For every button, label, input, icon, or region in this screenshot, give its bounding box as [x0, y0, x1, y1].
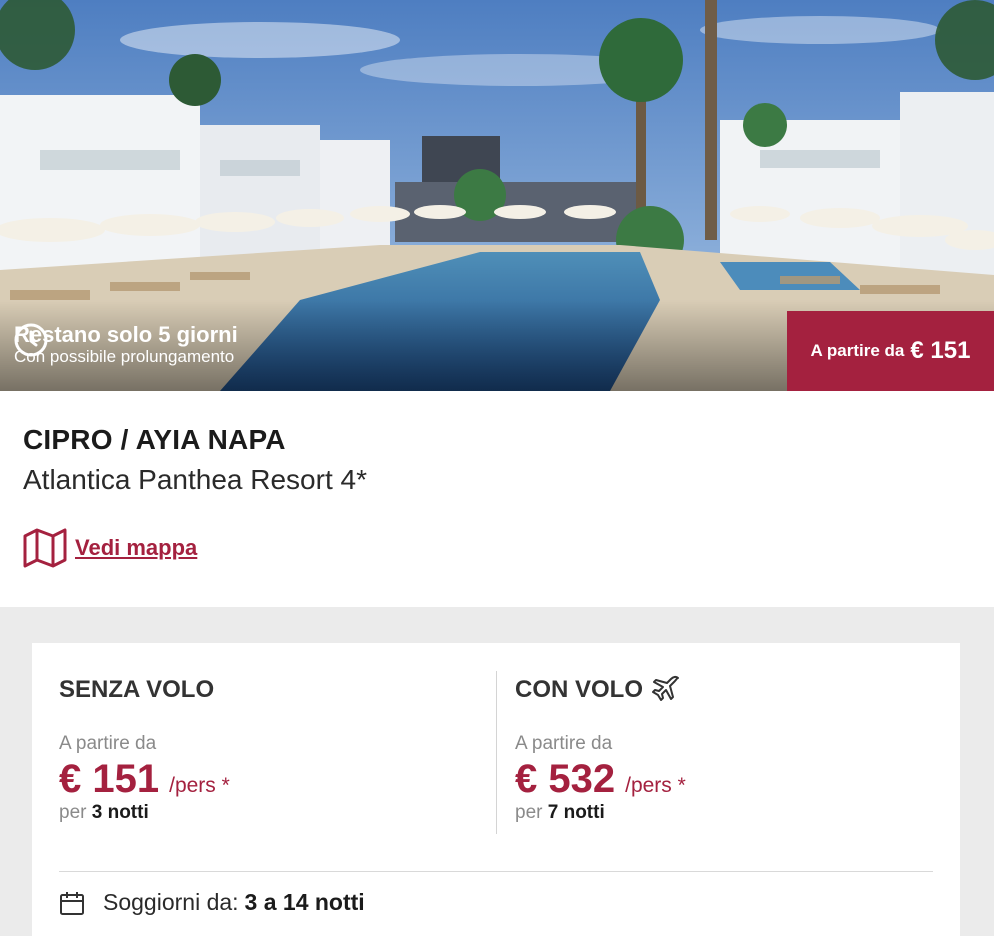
stay-duration-label: Soggiorni da:: [103, 889, 239, 915]
stay-duration: Soggiorni da: 3 a 14 notti: [59, 889, 365, 916]
column-divider: [496, 671, 497, 834]
clock-icon: [14, 323, 48, 357]
price-badge-label: A partire da: [810, 341, 905, 360]
stay-duration-value: 3 a 14 notti: [244, 889, 365, 915]
offer-nights-value: 3 notti: [91, 802, 149, 823]
offer-from-label: A partire da: [59, 733, 157, 754]
hero-image: Restano solo 5 giorni Con possibile prol…: [0, 0, 994, 391]
offer-title: CON VOLO: [515, 676, 644, 703]
hotel-header: CIPRO / AYIA NAPA Atlantica Panthea Reso…: [23, 424, 367, 496]
destination-title: CIPRO / AYIA NAPA: [23, 424, 286, 455]
offer-per-person: /pers *: [169, 774, 230, 797]
offer-per-person: /pers *: [625, 774, 686, 797]
map-icon: [23, 528, 67, 568]
offer-with-flight[interactable]: CON VOLO A partire da € 532 /pers * per …: [515, 673, 686, 824]
view-map-link[interactable]: Vedi mappa: [23, 528, 197, 568]
offers-card: SENZA VOLO A partire da € 151 /pers * pe…: [32, 643, 960, 936]
offer-price-line: € 151 /pers *: [59, 757, 230, 802]
offer-price-line: € 532 /pers *: [515, 757, 686, 802]
offer-title: SENZA VOLO: [59, 676, 215, 703]
price-badge: A partire da € 151: [787, 311, 994, 391]
offer-nights-prefix: per: [59, 802, 87, 823]
offer-nights: per 3 notti: [59, 802, 230, 824]
calendar-icon: [60, 891, 84, 915]
offer-from-label: A partire da: [515, 733, 613, 754]
offer-without-flight[interactable]: SENZA VOLO A partire da € 151 /pers * pe…: [59, 673, 230, 824]
view-map-label[interactable]: Vedi mappa: [75, 535, 197, 561]
offer-nights-value: 7 notti: [547, 802, 605, 823]
price-badge-value: € 151: [910, 337, 971, 364]
offer-title-row: CON VOLO: [515, 673, 686, 707]
plane-icon: [652, 675, 680, 701]
section-divider: [59, 871, 933, 872]
hotel-name: Atlantica Panthea Resort 4*: [23, 464, 367, 495]
offer-price: € 532: [515, 757, 616, 801]
offer-nights: per 7 notti: [515, 802, 686, 824]
offer-nights-prefix: per: [515, 802, 543, 823]
offer-price: € 151: [59, 757, 160, 801]
countdown-banner: Restano solo 5 giorni Con possibile prol…: [14, 323, 238, 367]
